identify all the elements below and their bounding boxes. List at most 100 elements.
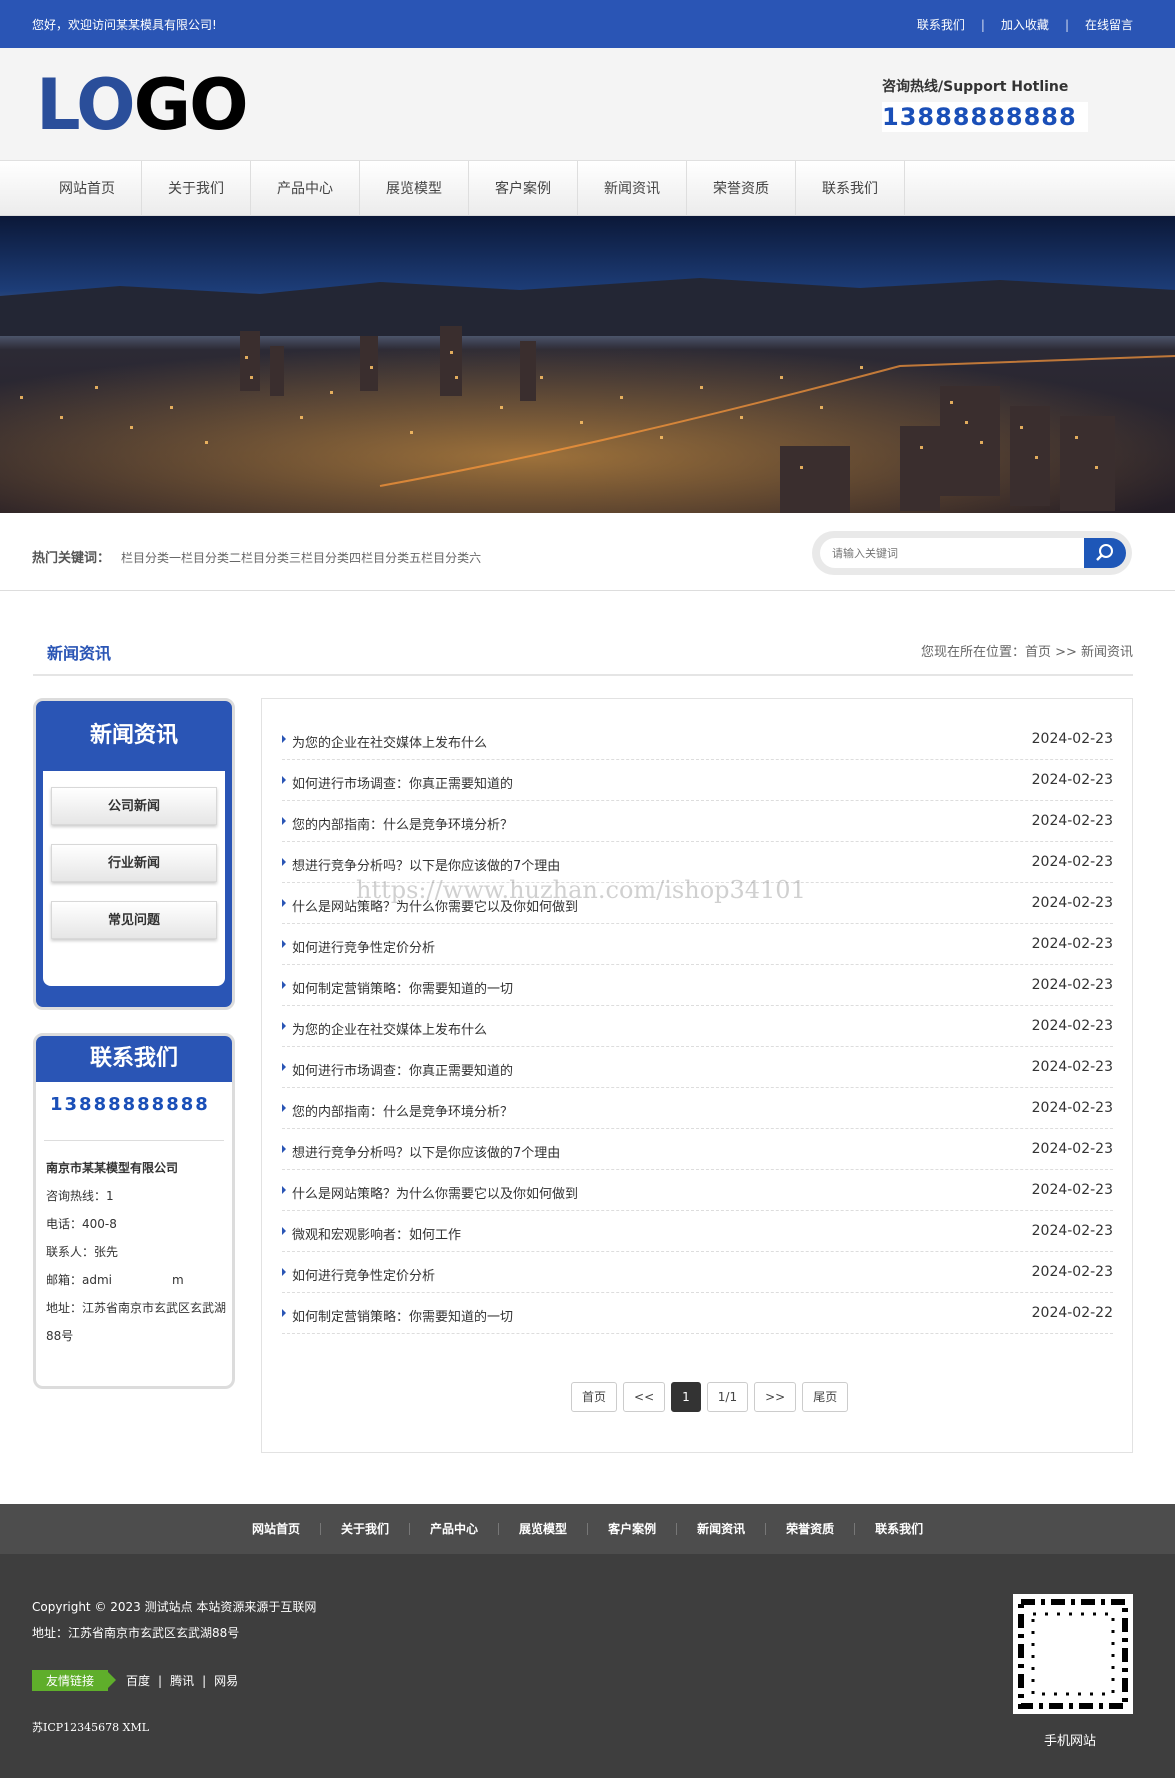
news-item[interactable]: 为您的企业在社交媒体上发布什么 2024-02-23 xyxy=(282,1006,1113,1047)
category-company-news[interactable]: 公司新闻 xyxy=(51,787,217,825)
nav-item-contact[interactable]: 联系我们 xyxy=(796,161,905,217)
nav-item-cases[interactable]: 客户案例 xyxy=(469,161,578,217)
footer-address: 地址：江苏省南京市玄武区玄武湖88号 xyxy=(32,1626,240,1640)
keyword-link[interactable]: 栏目分类五 xyxy=(361,549,421,566)
friend-link[interactable]: 腾讯 xyxy=(170,1672,194,1689)
news-title[interactable]: 如何制定营销策略：你需要知道的一切 xyxy=(292,978,513,997)
bullet-arrow-icon xyxy=(282,1145,286,1153)
copyright: Copyright © 2023 测试站点 本站资源来源于互联网 xyxy=(32,1600,317,1614)
news-title[interactable]: 如何进行市场调查：你真正需要知道的 xyxy=(292,773,513,792)
bullet-arrow-icon xyxy=(282,1063,286,1071)
nav-item-models[interactable]: 展览模型 xyxy=(360,161,469,217)
qr-code-icon xyxy=(1013,1594,1133,1714)
news-title[interactable]: 如何进行市场调查：你真正需要知道的 xyxy=(292,1060,513,1079)
page-title: 新闻资讯 xyxy=(47,644,112,663)
news-title[interactable]: 如何制定营销策略：你需要知道的一切 xyxy=(292,1306,513,1325)
welcome-text: 您好，欢迎访问某某模具有限公司! xyxy=(32,18,217,32)
divider xyxy=(44,1140,224,1141)
bullet-arrow-icon xyxy=(282,858,286,866)
news-title[interactable]: 如何进行竞争性定价分析 xyxy=(292,937,435,956)
keyword-link[interactable]: 栏目分类六 xyxy=(421,549,481,566)
contact-email-head: 邮箱：admi xyxy=(46,1273,112,1287)
bullet-arrow-icon xyxy=(282,1227,286,1235)
news-title[interactable]: 什么是网站策略？为什么你需要它以及你如何做到 xyxy=(292,1183,578,1202)
keyword-link[interactable]: 栏目分类三 xyxy=(241,549,301,566)
pager-first[interactable]: 首页 xyxy=(571,1382,618,1412)
watermark: https://www.huzhan.com/ishop34101 xyxy=(356,876,806,904)
news-title[interactable]: 想进行竞争分析吗？以下是你应该做的7个理由 xyxy=(292,855,560,874)
news-title[interactable]: 您的内部指南：什么是竞争环境分析？ xyxy=(292,814,513,833)
bullet-arrow-icon xyxy=(282,735,286,743)
pager-count: 1/1 xyxy=(706,1382,749,1412)
contact-email-tail: m xyxy=(172,1273,184,1287)
pager-prev[interactable]: << xyxy=(623,1382,666,1412)
search-button[interactable] xyxy=(1084,538,1126,568)
bullet-arrow-icon xyxy=(282,1186,286,1194)
news-item[interactable]: 如何进行竞争性定价分析 2024-02-23 xyxy=(282,924,1113,965)
keyword-link[interactable]: 栏目分类二 xyxy=(181,549,241,566)
news-item[interactable]: 如何制定营销策略：你需要知道的一切 2024-02-23 xyxy=(282,965,1113,1006)
news-item[interactable]: 您的内部指南：什么是竞争环境分析？ 2024-02-23 xyxy=(282,1088,1113,1129)
news-list: 为您的企业在社交媒体上发布什么 2024-02-23 如何进行市场调查：你真正需要… xyxy=(282,719,1113,1334)
friend-link[interactable]: 网易 xyxy=(214,1672,238,1689)
icp-record[interactable]: 苏ICP12345678 XML xyxy=(32,1719,149,1735)
news-title[interactable]: 为您的企业在社交媒体上发布什么 xyxy=(292,732,487,751)
news-date: 2024-02-23 xyxy=(1031,1182,1113,1198)
footer-nav-item[interactable]: 联系我们 xyxy=(855,1523,943,1535)
sidebar-contact: 联系我们 13888888888 南京市某某模型有限公司 咨询热线：1 电话：4… xyxy=(33,1033,235,1389)
nav-item-about[interactable]: 关于我们 xyxy=(142,161,251,217)
search-input[interactable] xyxy=(820,538,1092,568)
news-title[interactable]: 您的内部指南：什么是竞争环境分析？ xyxy=(292,1101,513,1120)
news-title[interactable]: 想进行竞争分析吗？以下是你应该做的7个理由 xyxy=(292,1142,560,1161)
keyword-link[interactable]: 栏目分类四 xyxy=(301,549,361,566)
news-item[interactable]: 想进行竞争分析吗？以下是你应该做的7个理由 2024-02-23 xyxy=(282,1129,1113,1170)
news-item[interactable]: 如何进行竞争性定价分析 2024-02-23 xyxy=(282,1252,1113,1293)
pager-next[interactable]: >> xyxy=(754,1382,797,1412)
logo[interactable]: LOGO xyxy=(36,70,249,140)
nav-item-honors[interactable]: 荣誉资质 xyxy=(687,161,796,217)
bullet-arrow-icon xyxy=(282,1104,286,1112)
bullet-arrow-icon xyxy=(282,776,286,784)
friend-links: 友情链接 百度 | 腾讯 | 网易 xyxy=(32,1670,238,1691)
pager-last[interactable]: 尾页 xyxy=(802,1382,849,1412)
nav-item-products[interactable]: 产品中心 xyxy=(251,161,360,217)
top-link-favorite[interactable]: 加入收藏 xyxy=(1001,16,1049,33)
footer-nav-item[interactable]: 网站首页 xyxy=(232,1523,322,1535)
bullet-arrow-icon xyxy=(282,1268,286,1276)
footer: Copyright © 2023 测试站点 本站资源来源于互联网 地址：江苏省南… xyxy=(0,1554,1175,1778)
footer-nav-item[interactable]: 展览模型 xyxy=(499,1523,589,1535)
news-item[interactable]: 什么是网站策略？为什么你需要它以及你如何做到 2024-02-23 xyxy=(282,1170,1113,1211)
top-link-message[interactable]: 在线留言 xyxy=(1085,16,1133,33)
nav-item-news[interactable]: 新闻资讯 xyxy=(578,161,687,217)
news-title[interactable]: 微观和宏观影响者：如何工作 xyxy=(292,1224,461,1243)
news-item[interactable]: 如何进行市场调查：你真正需要知道的 2024-02-23 xyxy=(282,1047,1113,1088)
news-item[interactable]: 微观和宏观影响者：如何工作 2024-02-23 xyxy=(282,1211,1113,1252)
nav-item-home[interactable]: 网站首页 xyxy=(33,161,142,217)
category-industry-news[interactable]: 行业新闻 xyxy=(51,844,217,882)
news-title[interactable]: 为您的企业在社交媒体上发布什么 xyxy=(292,1019,487,1038)
footer-nav-item[interactable]: 荣誉资质 xyxy=(766,1523,856,1535)
footer-nav-item[interactable]: 关于我们 xyxy=(321,1523,411,1535)
friend-link[interactable]: 百度 xyxy=(126,1672,150,1689)
keyword-link[interactable]: 栏目分类一 xyxy=(121,549,181,566)
top-link-contact[interactable]: 联系我们 xyxy=(917,16,965,33)
sidebar-contact-title: 联系我们 xyxy=(36,1036,232,1082)
hot-keywords-label: 热门关键词： xyxy=(32,551,111,566)
sidebar-news-list: 公司新闻 行业新闻 常见问题 xyxy=(43,771,225,986)
footer-nav-item[interactable]: 产品中心 xyxy=(410,1523,500,1535)
news-item[interactable]: 您的内部指南：什么是竞争环境分析？ 2024-02-23 xyxy=(282,801,1113,842)
footer-nav-item[interactable]: 新闻资讯 xyxy=(677,1523,767,1535)
news-title[interactable]: 如何进行竞争性定价分析 xyxy=(292,1265,435,1284)
category-faq[interactable]: 常见问题 xyxy=(51,901,217,939)
pager-current[interactable]: 1 xyxy=(671,1382,701,1412)
breadcrumb: 您现在所在位置：首页 >> 新闻资讯 xyxy=(920,645,1133,660)
news-item[interactable]: 为您的企业在社交媒体上发布什么 2024-02-23 xyxy=(282,719,1113,760)
footer-nav-item[interactable]: 客户案例 xyxy=(588,1523,678,1535)
news-item[interactable]: 如何进行市场调查：你真正需要知道的 2024-02-23 xyxy=(282,760,1113,801)
news-item[interactable]: 如何制定营销策略：你需要知道的一切 2024-02-22 xyxy=(282,1293,1113,1334)
bullet-arrow-icon xyxy=(282,981,286,989)
news-date: 2024-02-23 xyxy=(1031,731,1113,747)
banner-city-night-image xyxy=(0,216,1175,513)
contact-phone-big: 13888888888 xyxy=(50,1096,210,1115)
news-date: 2024-02-23 xyxy=(1031,854,1113,870)
